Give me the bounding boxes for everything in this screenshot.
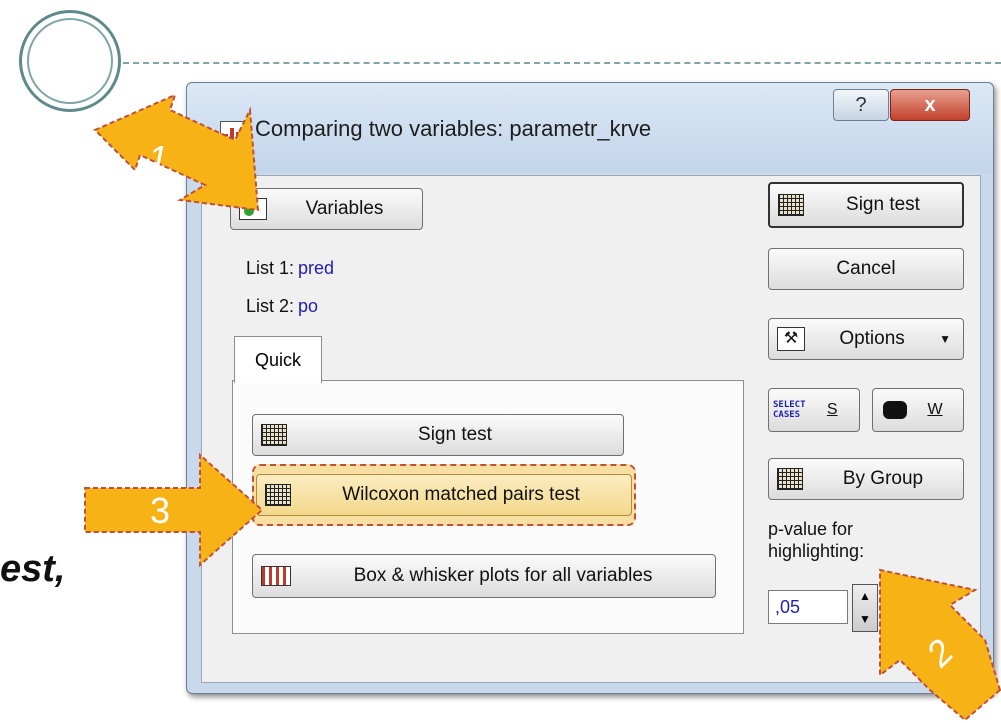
options-button[interactable]: ⚒ Options ▼ xyxy=(768,318,964,360)
slide-text-fragment: est, xyxy=(0,548,66,590)
pvalue-input[interactable]: ,05 xyxy=(768,590,848,624)
by-group-button[interactable]: By Group xyxy=(768,458,964,500)
box-whisker-button[interactable]: Box & whisker plots for all variables xyxy=(252,554,716,598)
pvalue-label-line1: p-value for xyxy=(768,519,854,539)
pvalue-spinner[interactable]: ▲ ▼ xyxy=(852,584,878,632)
variables-icon xyxy=(239,198,267,220)
list-2-value: po xyxy=(298,296,319,316)
sign-test-button[interactable]: Sign test xyxy=(768,182,964,228)
variables-label: Variables xyxy=(305,198,384,219)
weight-button[interactable]: W xyxy=(872,388,964,432)
help-button[interactable]: ? xyxy=(833,89,889,121)
by-group-label: By Group xyxy=(842,468,924,489)
list-1-row: List 1: pred xyxy=(246,258,334,279)
grid-icon xyxy=(261,424,287,446)
list-1-label: List 1: xyxy=(246,258,295,278)
cancel-button[interactable]: Cancel xyxy=(768,248,964,290)
select-cases-line2: CASES xyxy=(773,410,801,420)
select-cases-button[interactable]: SELECT CASES S xyxy=(768,388,860,432)
decorative-dashed-line xyxy=(123,62,1001,64)
spin-down-icon[interactable]: ▼ xyxy=(853,608,877,631)
cancel-label: Cancel xyxy=(836,258,896,279)
spin-up-icon[interactable]: ▲ xyxy=(853,585,877,608)
sign-test-label: Sign test xyxy=(846,194,920,215)
weight-icon xyxy=(883,401,907,419)
wilcoxon-label: Wilcoxon matched pairs test xyxy=(342,484,580,505)
list-1-value: pred xyxy=(298,258,335,278)
close-button[interactable]: x xyxy=(890,89,970,121)
options-label: Options xyxy=(839,328,905,349)
title-bar: Comparing two variables: parametr_krve ?… xyxy=(187,83,993,173)
step-3-label: 3 xyxy=(150,490,171,531)
decorative-circle-inner xyxy=(27,18,113,104)
weight-key: W xyxy=(927,401,943,418)
dialog-title: Comparing two variables: parametr_krve xyxy=(255,116,652,141)
chart-app-icon xyxy=(220,121,248,145)
chevron-down-icon: ▼ xyxy=(939,332,951,346)
grid-icon xyxy=(265,484,291,506)
sign-test-quick-label: Sign test xyxy=(418,424,492,445)
variables-button[interactable]: Variables xyxy=(230,188,423,230)
box-whisker-icon xyxy=(261,566,291,586)
wilcoxon-button[interactable]: Wilcoxon matched pairs test xyxy=(256,474,632,516)
grid-icon xyxy=(778,194,804,216)
pvalue-label-line2: highlighting: xyxy=(768,541,865,561)
tab-quick[interactable]: Quick xyxy=(234,336,322,383)
sign-test-quick-button[interactable]: Sign test xyxy=(252,414,624,456)
list-2-label: List 2: xyxy=(246,296,295,316)
select-cases-key: S xyxy=(826,401,838,418)
select-cases-line1: SELECT xyxy=(773,400,806,410)
list-2-row: List 2: po xyxy=(246,296,318,317)
by-group-icon xyxy=(777,468,803,490)
box-whisker-label: Box & whisker plots for all variables xyxy=(353,565,653,586)
pvalue-label: p-value for highlighting: xyxy=(768,518,864,562)
step-1-label: 1 xyxy=(148,138,169,179)
wrench-icon: ⚒ xyxy=(777,327,805,351)
select-cases-icon: SELECT CASES xyxy=(773,400,806,420)
